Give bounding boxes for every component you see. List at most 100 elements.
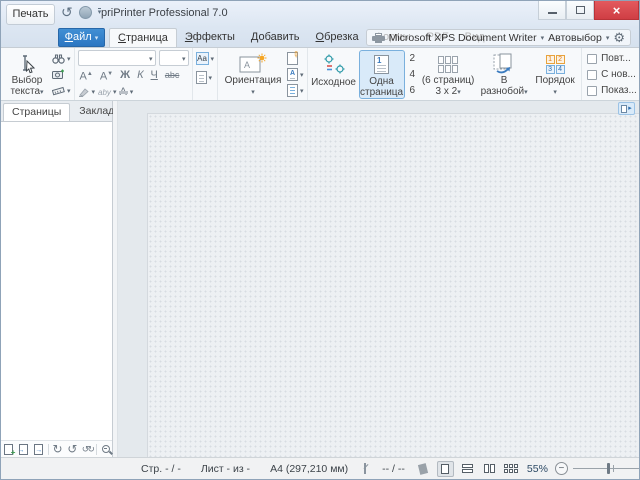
undo-icon[interactable]: ↺ [61, 5, 73, 19]
menu-tab-page[interactable]: Страница [109, 28, 177, 47]
sidebar-toolbar: + → → ↻ ↺ ↺↻ [1, 440, 112, 457]
order-button[interactable]: 1 2 3 4 Порядок▾ [532, 50, 578, 99]
maximize-button[interactable] [566, 1, 594, 20]
rotate-ccw-icon: ↺ [67, 443, 77, 455]
six-pages-layout-button[interactable]: (6 страниц)3 x 2▾ [420, 50, 476, 99]
slider-handle[interactable] [607, 463, 610, 474]
rotate-all-button[interactable]: ↺↻ [81, 442, 93, 457]
grow-font-button[interactable]: A▲ [78, 67, 95, 84]
view-facing-button[interactable] [481, 461, 498, 477]
checkbox-from-new[interactable]: С нов... [587, 67, 637, 82]
chevron-down-icon: ▾ [300, 87, 304, 95]
italic-button[interactable]: К [135, 68, 145, 82]
chevron-down-icon: ▾ [209, 74, 213, 82]
shuffle-button[interactable]: Вразнобой▾ [478, 50, 530, 99]
font-size-combobox[interactable]: ▾ [159, 50, 189, 66]
view-continuous-button[interactable] [459, 461, 476, 477]
strikethrough-button[interactable]: abc [163, 68, 182, 82]
highlighter-button[interactable]: ▾ [78, 85, 96, 100]
camera-plus-icon [52, 69, 65, 80]
close-button[interactable]: × [594, 1, 639, 20]
mini-arrow-icon: ▸ [628, 105, 632, 112]
svg-text:A: A [244, 60, 250, 70]
checkbox-label: Показ... [601, 85, 637, 96]
view-grid-button[interactable] [503, 461, 520, 477]
view-tilted-button[interactable] [415, 461, 432, 477]
sidebar-tab-pages[interactable]: Страницы [3, 103, 70, 121]
six-pages-layout-label: (6 страниц)3 x 2▾ [422, 75, 475, 98]
measure-button[interactable]: ▾ [52, 83, 71, 98]
shrink-font-button[interactable]: A▼ [98, 67, 115, 84]
menu-bar: Файл ▾ Страница Эффекты Добавить Обрезка… [1, 28, 639, 47]
chevron-down-icon: ▾ [182, 55, 186, 63]
bold-button[interactable]: Ж [118, 68, 132, 82]
file-menu-button[interactable]: Файл ▾ [58, 28, 105, 47]
chevron-down-icon: ▾ [130, 88, 134, 96]
printer-name[interactable]: Microsoft XPS Document Writer [389, 32, 537, 44]
menu-tab-crop[interactable]: Обрезка [308, 28, 367, 47]
ribbon-group-layout: Исходное 1 Однастраница 2 4 6 (6 страниц… [308, 48, 583, 100]
snapshot-button[interactable] [52, 67, 71, 82]
text-page-button[interactable]: A ▾ [287, 67, 304, 82]
minimize-button[interactable] [538, 1, 566, 20]
status-paper-size[interactable]: A4 (297,210 мм) [260, 463, 358, 475]
shuffle-label: Вразнобой▾ [481, 75, 528, 98]
orientation-label: Ориентация▾ [225, 75, 282, 98]
one-page-button[interactable]: 1 Однастраница [359, 50, 405, 99]
zoom-tool-button[interactable] [100, 442, 112, 457]
measure-dropdown-icon: ▾ [67, 87, 71, 95]
four-pages-button[interactable]: 4 [407, 67, 419, 82]
preview-corner-button[interactable]: ▸ [618, 102, 635, 115]
printer-dropdown-icon[interactable]: ▾ [541, 34, 545, 42]
underline-button[interactable]: Ч [149, 68, 160, 82]
mini-page-icon [621, 105, 627, 113]
two-pages-button[interactable]: 2 [407, 51, 419, 66]
find-button[interactable]: ▾ [52, 51, 71, 66]
edit-page-button[interactable]: ✎ [287, 51, 304, 66]
minimize-icon [548, 12, 557, 14]
orientation-button[interactable]: A Ориентация▾ [221, 50, 285, 99]
original-layout-button[interactable]: Исходное [311, 50, 357, 99]
rotate-cw-button[interactable]: ↻ [52, 442, 64, 457]
zoom-level[interactable]: 55% [525, 463, 550, 475]
text-highlight-pen-button[interactable]: aby ▾ [98, 85, 116, 100]
select-text-button[interactable]: Выбор текста▾ [4, 50, 50, 99]
grid-3x2-icon [438, 53, 458, 75]
menu-tab-effects[interactable]: Эффекты [177, 28, 243, 47]
six-pages-button[interactable]: 6 [407, 83, 419, 98]
menu-tab-add[interactable]: Добавить [243, 28, 308, 47]
page-preview[interactable] [147, 113, 639, 457]
font-color-button[interactable]: A ▾ [119, 85, 133, 100]
paper-corner-icon[interactable] [364, 463, 366, 474]
rotate-ccw-button[interactable]: ↺ [66, 442, 78, 457]
pages-panel[interactable] [1, 121, 112, 440]
zoom-out-button[interactable]: − [555, 462, 568, 475]
status-bar: Стр. - / - Лист - из - A4 (297,210 мм) -… [1, 457, 639, 479]
text-style-button[interactable]: Aa ▾ [196, 51, 215, 66]
lines-page-button[interactable]: ▾ [287, 83, 304, 98]
insert-page-before-button[interactable]: → [18, 442, 30, 457]
checkbox-show[interactable]: Показ... [587, 83, 637, 98]
add-page-button[interactable]: + [3, 442, 15, 457]
zoom-slider[interactable] [573, 462, 640, 475]
ruler-icon [52, 85, 65, 96]
preview-area[interactable]: ▸ [118, 101, 639, 457]
view-single-page-button[interactable] [437, 461, 454, 477]
single-page-icon [441, 464, 449, 474]
sidebar: Страницы Закладки + → → ↻ ↺ ↺↻ [1, 101, 113, 457]
tray-selector[interactable]: Автовыбор [548, 32, 602, 44]
binoculars-icon [52, 53, 65, 64]
file-menu-label: Файл [65, 29, 92, 46]
quick-access-tool-icon[interactable] [79, 6, 92, 19]
original-layout-label: Исходное [311, 77, 356, 88]
page-style-button[interactable]: ▾ [196, 70, 215, 85]
page-lines-icon [287, 84, 298, 97]
print-button[interactable]: Печать [6, 4, 55, 25]
checkbox-repeat[interactable]: Повт... [587, 51, 637, 66]
tray-dropdown-icon[interactable]: ▾ [606, 34, 610, 42]
printer-settings-gear-icon[interactable]: ⚙ [613, 31, 625, 44]
maximize-icon [576, 6, 585, 14]
chevron-down-icon: ▾ [300, 71, 304, 79]
font-name-combobox[interactable]: ▾ [78, 50, 156, 66]
insert-page-after-button[interactable]: → [33, 442, 45, 457]
